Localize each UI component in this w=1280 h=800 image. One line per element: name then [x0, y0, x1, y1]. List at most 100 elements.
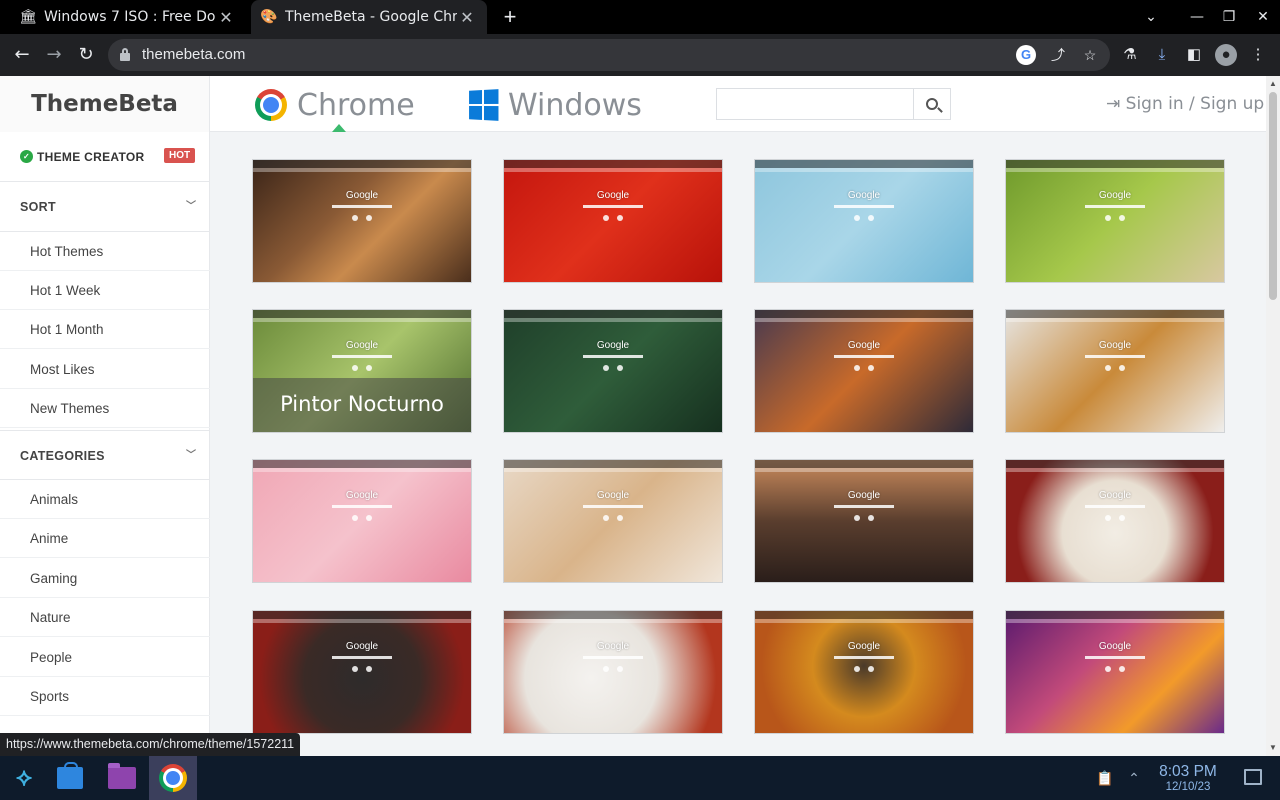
forward-icon[interactable]: → [41, 42, 67, 68]
sidebar-item-nature[interactable]: Nature [0, 598, 210, 637]
start-button[interactable]: ⟡ [0, 756, 48, 800]
thumb-toolbar [504, 318, 722, 322]
notifications-icon[interactable] [1244, 769, 1262, 785]
url-text[interactable]: themebeta.com [142, 46, 245, 63]
address-bar[interactable]: themebeta.com G ⤴ ☆ [108, 39, 1110, 71]
thumb-tabbar [755, 160, 973, 168]
sidebar-item-most-likes[interactable]: Most Likes [0, 350, 210, 389]
search-button[interactable] [913, 88, 951, 120]
themebeta-favicon: 🎨 [260, 9, 278, 25]
sidebar-item-hot-1-week[interactable]: Hot 1 Week [0, 271, 210, 310]
sidebar-item-hot-themes[interactable]: Hot Themes [0, 232, 210, 271]
bookmark-star-icon[interactable]: ☆ [1080, 45, 1100, 65]
sidebar-item-anime[interactable]: Anime [0, 519, 210, 558]
reload-icon[interactable]: ↻ [73, 42, 99, 68]
theme-card[interactable]: Google [1005, 610, 1225, 734]
thumb-toolbar [504, 468, 722, 472]
sort-header[interactable]: SORT ﹀ [0, 182, 210, 232]
google-lens-icon[interactable]: G [1016, 45, 1036, 65]
taskbar-chrome[interactable] [149, 756, 197, 800]
theme-card[interactable]: Google [754, 309, 974, 433]
thumb-searchbar [583, 656, 643, 659]
thumb-tabbar [1006, 160, 1224, 168]
chevron-up-icon[interactable]: ⌃ [1124, 768, 1144, 788]
download-icon[interactable]: ⤓ [1151, 44, 1173, 66]
site-logo[interactable]: ThemeBeta [0, 76, 210, 132]
share-icon[interactable]: ⤴ [1048, 45, 1068, 65]
chrome-logo-icon [255, 89, 287, 121]
theme-card[interactable]: Google [252, 610, 472, 734]
thumb-toolbar [253, 468, 471, 472]
sidebar-item-people[interactable]: People [0, 638, 210, 677]
theme-card[interactable]: Google [754, 459, 974, 583]
search-input[interactable] [716, 88, 914, 120]
side-panel-icon[interactable]: ◧ [1183, 44, 1205, 66]
minimize-icon[interactable]: — [1180, 0, 1214, 34]
signin-label: Sign in / Sign up [1125, 94, 1265, 114]
theme-card[interactable]: Google [503, 459, 723, 583]
theme-card[interactable]: Google [754, 610, 974, 734]
tab-search-icon[interactable]: ⌄ [1134, 0, 1168, 34]
store-icon [57, 762, 83, 789]
theme-card[interactable]: Google [503, 610, 723, 734]
thumb-toolbar [1006, 318, 1224, 322]
theme-card[interactable]: Google [252, 459, 472, 583]
theme-card[interactable]: Google [1005, 459, 1225, 583]
thumb-searchbar [332, 505, 392, 508]
browser-toolbar: ← → ↻ themebeta.com G ⤴ ☆ ⚗ ⤓ ◧ ● ⋮ [0, 34, 1280, 76]
lock-icon[interactable] [120, 48, 130, 61]
nav-chrome[interactable]: Chrome [255, 84, 415, 126]
thumb-tabbar [504, 160, 722, 168]
sidebar-item-gaming[interactable]: Gaming [0, 559, 210, 598]
theme-card[interactable]: Google [1005, 309, 1225, 433]
tab-themebeta[interactable]: 🎨 ThemeBeta - Google Chro ✕ [251, 0, 487, 34]
thumb-google-word: Google [847, 190, 881, 201]
categories-header[interactable]: CATEGORIES ﹀ [0, 430, 210, 480]
clipboard-icon[interactable]: 📋 [1095, 768, 1115, 788]
theme-card[interactable]: Google Pintor Nocturno [252, 309, 472, 433]
page-scrollbar[interactable]: ▲ ▼ [1266, 76, 1280, 756]
thumb-google-word: Google [596, 641, 630, 652]
close-window-icon[interactable]: ✕ [1246, 0, 1280, 34]
back-icon[interactable]: ← [9, 42, 35, 68]
thumb-shortcuts [352, 666, 372, 672]
nav-windows[interactable]: Windows [468, 84, 642, 126]
thumb-toolbar [1006, 619, 1224, 623]
theme-card[interactable]: Google [1005, 159, 1225, 283]
sidebar-item-hot-1-month[interactable]: Hot 1 Month [0, 310, 210, 349]
clock-date[interactable]: 12/10/23 [1150, 781, 1226, 793]
signin-link[interactable]: ⇥ Sign in / Sign up [1106, 94, 1264, 114]
maximize-icon[interactable]: ❐ [1212, 0, 1246, 34]
scroll-down-icon[interactable]: ▼ [1266, 742, 1280, 754]
profile-avatar-icon[interactable]: ● [1215, 44, 1237, 66]
sidebar-item-sports[interactable]: Sports [0, 677, 210, 716]
thumb-google-word: Google [1098, 190, 1132, 201]
thumb-tabbar [253, 460, 471, 468]
thumb-searchbar [583, 205, 643, 208]
taskbar-store[interactable] [46, 756, 94, 800]
menu-icon[interactable]: ⋮ [1247, 44, 1269, 66]
clock-time[interactable]: 8:03 PM [1150, 763, 1226, 781]
thumb-google-word: Google [847, 641, 881, 652]
thumb-shortcuts [854, 515, 874, 521]
sidebar: ✓ THEME CREATOR HOT SORT ﹀ Hot Themes Ho… [0, 132, 210, 756]
sidebar-item-new-themes[interactable]: New Themes [0, 389, 210, 428]
sidebar-item-animals[interactable]: Animals [0, 480, 210, 519]
nav-chrome-label: Chrome [297, 87, 415, 123]
theme-card[interactable]: Google [503, 309, 723, 433]
thumb-tabbar [1006, 611, 1224, 619]
thumb-shortcuts [1105, 515, 1125, 521]
scroll-up-icon[interactable]: ▲ [1266, 78, 1280, 90]
theme-card[interactable]: Google [252, 159, 472, 283]
scroll-thumb[interactable] [1269, 92, 1277, 300]
thumb-shortcuts [603, 515, 623, 521]
theme-card[interactable]: Google [754, 159, 974, 283]
thumb-toolbar [253, 619, 471, 623]
close-icon[interactable]: ✕ [216, 8, 236, 27]
tab-windows7-iso[interactable]: 🏛 Windows 7 ISO : Free Dow ✕ [0, 0, 250, 34]
theme-card[interactable]: Google [503, 159, 723, 283]
extension-icon[interactable]: ⚗ [1119, 44, 1141, 66]
close-icon[interactable]: ✕ [457, 8, 477, 27]
new-tab-button[interactable]: + [498, 4, 522, 30]
taskbar-file-manager[interactable] [98, 756, 146, 800]
